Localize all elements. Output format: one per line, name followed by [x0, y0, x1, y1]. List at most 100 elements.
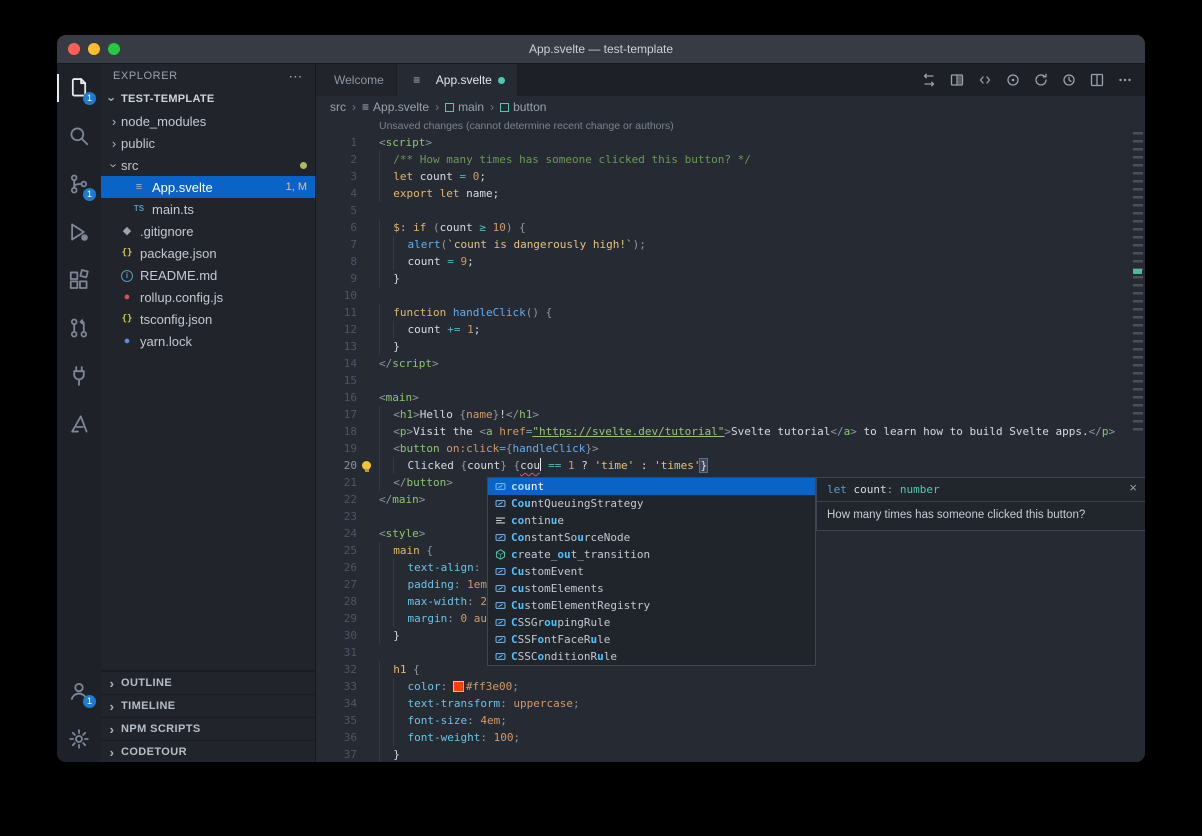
tree-file-yarn-lock[interactable]: ●yarn.lock — [101, 330, 315, 352]
tree-folder-node-modules[interactable]: ›node_modules — [101, 110, 315, 132]
breadcrumb-item-src[interactable]: src — [330, 100, 346, 114]
line-number[interactable]: 13 — [316, 338, 379, 355]
suggest-item-continue[interactable]: continue — [488, 512, 815, 529]
line-number[interactable]: 32 — [316, 661, 379, 678]
line-number[interactable]: 34 — [316, 695, 379, 712]
line-number[interactable]: 8 — [316, 253, 379, 270]
line-number[interactable]: 19 — [316, 440, 379, 457]
titlebar[interactable]: App.svelte — test-template — [57, 35, 1145, 64]
tree-file-app-svelte[interactable]: ≡App.svelte1, M — [101, 176, 315, 198]
suggest-item-constantsourcenode[interactable]: ConstantSourceNode — [488, 529, 815, 546]
history-button[interactable] — [1056, 68, 1081, 92]
activity-bar-item-search[interactable] — [57, 112, 101, 160]
line-number[interactable]: 2 — [316, 151, 379, 168]
code-line[interactable]: 1<script> — [316, 134, 1145, 151]
navigate-chevrons-button[interactable] — [972, 68, 997, 92]
suggest-item-customelements[interactable]: customElements — [488, 580, 815, 597]
activity-bar-item-accounts[interactable]: 1 — [57, 667, 101, 715]
line-number[interactable]: 28 — [316, 593, 379, 610]
activity-bar-item-remote-explorer[interactable] — [57, 352, 101, 400]
line-number[interactable]: 1 — [316, 134, 379, 151]
code-line[interactable]: 13} — [316, 338, 1145, 355]
minimap[interactable] — [1131, 118, 1145, 762]
code-line[interactable]: 15 — [316, 372, 1145, 389]
code-line[interactable]: 16<main> — [316, 389, 1145, 406]
code-line[interactable]: 11function handleClick() { — [316, 304, 1145, 321]
tree-folder-public[interactable]: ›public — [101, 132, 315, 154]
tree-file-rollup-config-js[interactable]: ●rollup.config.js — [101, 286, 315, 308]
line-number[interactable]: 26 — [316, 559, 379, 576]
suggest-item-cssconditionrule[interactable]: CSSConditionRule — [488, 648, 815, 665]
line-number[interactable]: 35 — [316, 712, 379, 729]
code-line[interactable]: 37} — [316, 746, 1145, 762]
activity-bar-item-azure[interactable] — [57, 400, 101, 448]
sidebar-section-npm-scripts[interactable]: ›NPM SCRIPTS — [101, 717, 315, 740]
split-editor-button[interactable] — [1084, 68, 1109, 92]
activity-bar-item-explorer[interactable]: 1 — [57, 64, 101, 112]
code-line[interactable]: 8count = 9; — [316, 253, 1145, 270]
line-number[interactable]: 14 — [316, 355, 379, 372]
line-number[interactable]: 27 — [316, 576, 379, 593]
code-line[interactable]: 2/** How many times has someone clicked … — [316, 151, 1145, 168]
suggest-item-customelementregistry[interactable]: CustomElementRegistry — [488, 597, 815, 614]
line-number[interactable]: 36 — [316, 729, 379, 746]
line-number[interactable]: 31 — [316, 644, 379, 661]
code-line[interactable]: 14</script> — [316, 355, 1145, 372]
breadcrumb-item-main[interactable]: main — [445, 100, 484, 114]
workspace-root-row[interactable]: › TEST-TEMPLATE — [101, 88, 315, 110]
code-line[interactable]: 20Clicked {count} {cou == 1 ? 'time' : '… — [316, 457, 1145, 474]
code-line[interactable]: 36font-weight: 100; — [316, 729, 1145, 746]
suggest-item-count[interactable]: count — [488, 478, 815, 495]
line-number[interactable]: 29 — [316, 610, 379, 627]
code-line[interactable]: 7alert(`count is dangerously high!`); — [316, 236, 1145, 253]
line-number[interactable]: 4 — [316, 185, 379, 202]
unsaved-dot[interactable] — [498, 77, 505, 84]
code-line[interactable]: 5 — [316, 202, 1145, 219]
code-editor[interactable]: Unsaved changes (cannot determine recent… — [316, 118, 1145, 762]
line-number[interactable]: 18 — [316, 423, 379, 440]
code-line[interactable]: 17<h1>Hello {name}!</h1> — [316, 406, 1145, 423]
more-actions-button[interactable] — [1112, 68, 1137, 92]
close-icon[interactable]: × — [1129, 480, 1137, 495]
line-number[interactable]: 23 — [316, 508, 379, 525]
tree-file-main-ts[interactable]: TSmain.ts — [101, 198, 315, 220]
line-number[interactable]: 10 — [316, 287, 379, 304]
line-number[interactable]: 9 — [316, 270, 379, 287]
activity-bar-item-run-and-debug[interactable] — [57, 208, 101, 256]
minimize-button[interactable] — [88, 43, 100, 55]
line-number[interactable]: 30 — [316, 627, 379, 644]
line-number[interactable]: 33 — [316, 678, 379, 695]
code-line[interactable]: 6$: if (count ≥ 10) { — [316, 219, 1145, 236]
line-number[interactable]: 11 — [316, 304, 379, 321]
activity-bar-item-github-pull-requests[interactable] — [57, 304, 101, 352]
lightbulb-icon[interactable] — [362, 461, 371, 470]
suggest-item-create_out_transition[interactable]: create_out_transition — [488, 546, 815, 563]
line-number[interactable]: 25 — [316, 542, 379, 559]
tree-file-readme-md[interactable]: iREADME.md — [101, 264, 315, 286]
line-number[interactable]: 6 — [316, 219, 379, 236]
sidebar-section-timeline[interactable]: ›TIMELINE — [101, 694, 315, 717]
suggest-item-customevent[interactable]: CustomEvent — [488, 563, 815, 580]
code-line[interactable]: 3let count = 0; — [316, 168, 1145, 185]
code-line[interactable]: 12count += 1; — [316, 321, 1145, 338]
line-number[interactable]: 21 — [316, 474, 379, 491]
suggest-item-countqueuingstrategy[interactable]: CountQueuingStrategy — [488, 495, 815, 512]
activity-bar-item-settings[interactable] — [57, 715, 101, 762]
line-number[interactable]: 17 — [316, 406, 379, 423]
tab-app-svelte[interactable]: ≡App.svelte — [397, 64, 518, 96]
code-line[interactable]: 33color: #ff3e00; — [316, 678, 1145, 695]
compare-changes-button[interactable] — [916, 68, 941, 92]
line-number[interactable]: 37 — [316, 746, 379, 762]
tree-file-package-json[interactable]: {}package.json — [101, 242, 315, 264]
tree-file-tsconfig-json[interactable]: {}tsconfig.json — [101, 308, 315, 330]
line-number[interactable]: 12 — [316, 321, 379, 338]
line-number[interactable]: 22 — [316, 491, 379, 508]
suggest-item-cssfontfacerule[interactable]: CSSFontFaceRule — [488, 631, 815, 648]
code-line[interactable]: 18<p>Visit the <a href="https://svelte.d… — [316, 423, 1145, 440]
line-number[interactable]: 16 — [316, 389, 379, 406]
code-line[interactable]: 10 — [316, 287, 1145, 304]
close-button[interactable] — [68, 43, 80, 55]
code-line[interactable]: 4export let name; — [316, 185, 1145, 202]
explorer-more-actions-icon[interactable]: ⋯ — [288, 68, 303, 85]
breadcrumb-item-button[interactable]: button — [500, 100, 546, 114]
